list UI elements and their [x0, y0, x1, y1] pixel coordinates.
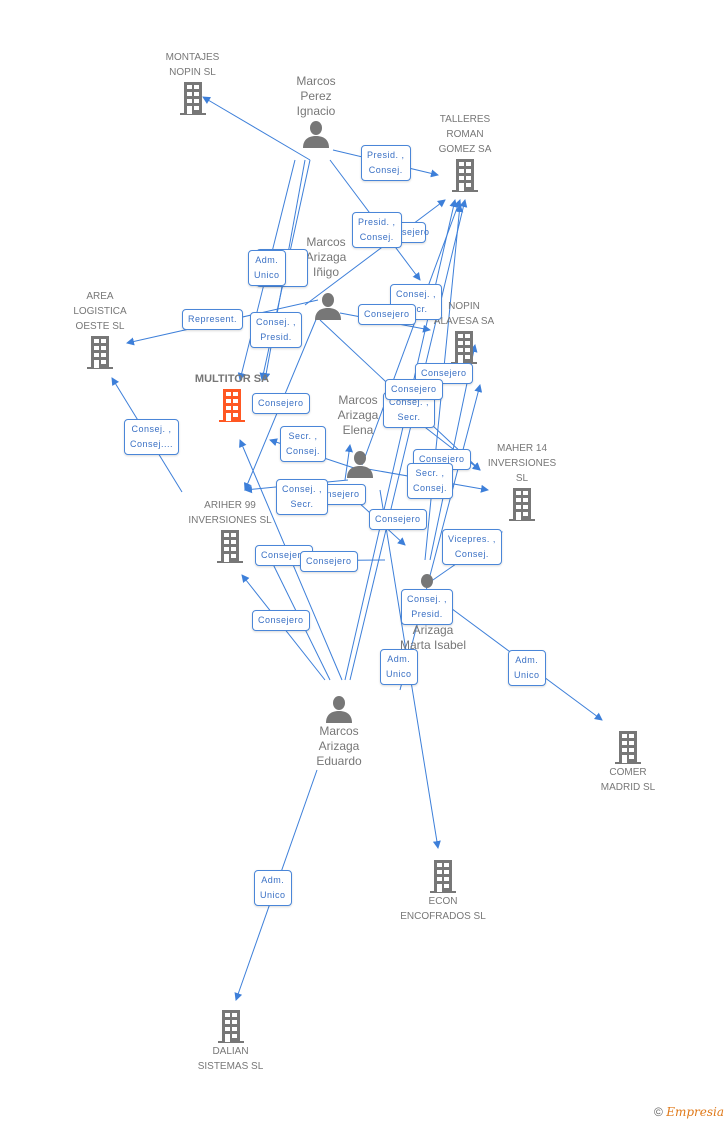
company-label: MONTAJES NOPIN SL: [165, 52, 220, 78]
person-marcos-perez-ignacio[interactable]: Marcos Perez Ignacio: [280, 74, 352, 149]
role-badge[interactable]: Adm. Unico: [248, 250, 286, 286]
role-badge[interactable]: Adm. Unico: [380, 649, 418, 685]
company-label: COMER MADRID SL: [600, 767, 656, 793]
building-icon: [87, 336, 113, 369]
person-label: Marcos Arizaga Eduardo: [316, 724, 362, 768]
building-icon: [217, 530, 243, 563]
role-badge[interactable]: Consej. , Consej....: [124, 419, 180, 455]
copyright-icon: ©: [654, 1105, 663, 1119]
building-icon: [219, 389, 245, 422]
role-badge[interactable]: Secr. , Consej.: [407, 463, 454, 499]
company-label: MAHER 14 INVERSIONES SL: [487, 443, 557, 484]
company-label: DALIAN SISTEMAS SL: [197, 1046, 264, 1072]
company-montajes-nopin[interactable]: MONTAJES NOPIN SL: [150, 50, 235, 116]
company-area-logistica-oeste[interactable]: AREA LOGISTICA OESTE SL: [60, 289, 140, 370]
role-badge[interactable]: Adm. Unico: [254, 870, 292, 906]
building-icon: [452, 159, 478, 192]
footer-brand[interactable]: © Empresia: [654, 1105, 724, 1119]
company-comer-madrid[interactable]: COMER MADRID SL: [588, 729, 668, 795]
role-badge[interactable]: Presid. , Consej.: [352, 212, 402, 248]
company-label: MULTITOR SA: [194, 373, 270, 385]
role-badge[interactable]: Consej. , Presid.: [401, 589, 454, 625]
role-badge[interactable]: Presid. , Consej.: [361, 145, 411, 181]
role-badge[interactable]: Consej. , Presid.: [250, 312, 303, 348]
company-dalian-sistemas[interactable]: DALIAN SISTEMAS SL: [188, 1008, 273, 1074]
role-badge[interactable]: Consejero: [252, 393, 310, 414]
role-badge[interactable]: Consejero: [252, 610, 310, 631]
building-icon: [430, 860, 456, 893]
building-icon: [179, 82, 206, 115]
building-icon: [509, 488, 535, 521]
building-icon: [451, 331, 477, 364]
company-talleres-roman-gomez[interactable]: TALLERES ROMAN GOMEZ SA: [425, 112, 505, 193]
role-badge[interactable]: Consejero: [369, 509, 427, 530]
company-econ-encofrados[interactable]: ECON ENCOFRADOS SL: [392, 858, 494, 924]
role-badge[interactable]: Secr. , Consej.: [280, 426, 327, 462]
role-badge[interactable]: Vicepres. , Consej.: [442, 529, 502, 565]
company-maher-14-inversiones[interactable]: MAHER 14 INVERSIONES SL: [478, 441, 566, 522]
building-icon: [217, 1010, 244, 1043]
role-badge[interactable]: Consejero: [358, 304, 416, 325]
company-label: ARIHER 99 INVERSIONES SL: [188, 500, 272, 526]
person-icon: [326, 696, 352, 723]
role-badge[interactable]: Consej. , Secr.: [276, 479, 329, 515]
person-icon: [303, 121, 329, 148]
person-label: Marcos Perez Ignacio: [296, 74, 336, 118]
person-icon[interactable]: [345, 449, 375, 479]
brand-logo: Empresia: [666, 1105, 724, 1119]
company-label: TALLERES ROMAN GOMEZ SA: [438, 114, 492, 155]
company-label: ECON ENCOFRADOS SL: [400, 896, 486, 922]
role-badge[interactable]: Represent.: [182, 309, 244, 330]
role-badge[interactable]: Consejero: [385, 379, 443, 400]
company-label: AREA LOGISTICA OESTE SL: [73, 291, 127, 332]
person-marcos-arizaga-eduardo[interactable]: Marcos Arizaga Eduardo: [303, 694, 375, 769]
role-badge[interactable]: Adm. Unico: [508, 650, 546, 686]
building-icon: [615, 731, 641, 764]
role-badge[interactable]: Consejero: [300, 551, 358, 572]
person-icon[interactable]: [313, 291, 343, 321]
